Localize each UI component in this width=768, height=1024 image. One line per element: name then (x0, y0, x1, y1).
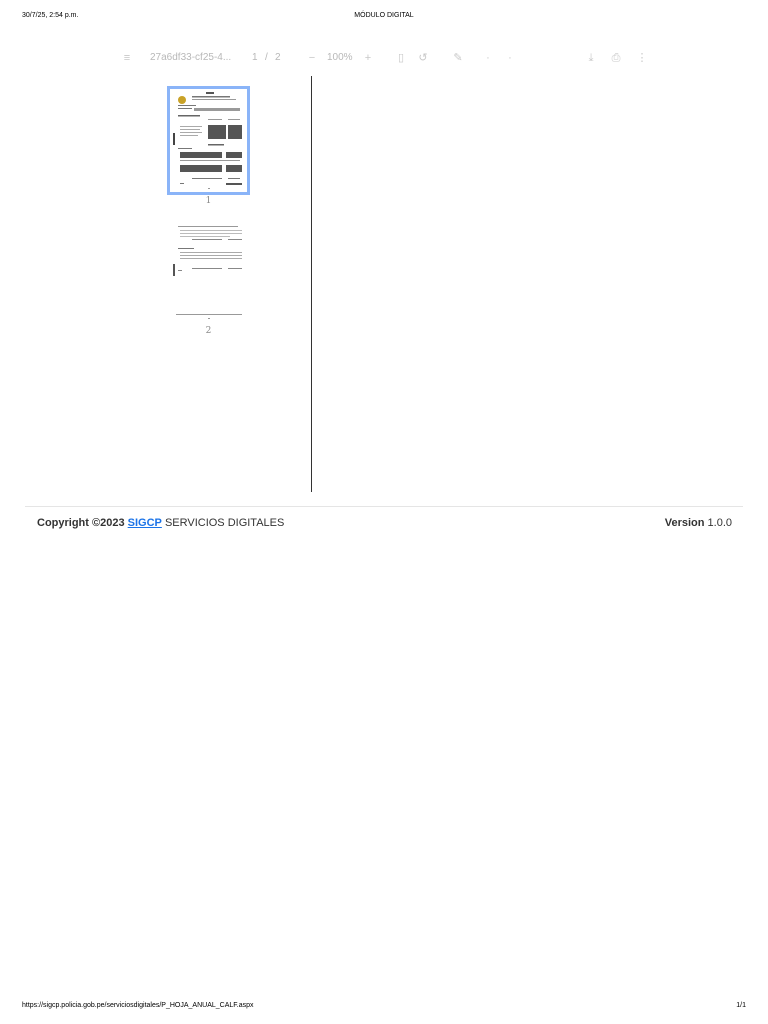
version-info: Version 1.0.0 (665, 517, 732, 529)
minus-icon[interactable]: − (305, 51, 319, 65)
copyright-prefix: Copyright ©2023 (37, 517, 125, 529)
sigcp-link[interactable]: SIGCP (128, 517, 162, 529)
version-label: Version (664, 517, 705, 529)
print-title: MÓDULO DIGITAL (354, 12, 414, 19)
page-number-input[interactable]: 1 (252, 51, 258, 65)
undo-icon[interactable]: · (481, 51, 495, 65)
file-name: 27a6df33-cf25-4... (150, 52, 232, 63)
version-value: 1.0.0 (707, 517, 732, 529)
page-total: 2 (275, 52, 281, 63)
pdf-toolbar: ≡ 27a6df33-cf25-4... 1 / 2 − 100% + ▯ ↺ … (115, 48, 655, 68)
plus-icon[interactable]: + (361, 51, 375, 65)
page-thumbnail-2[interactable] (170, 222, 247, 325)
zoom-level[interactable]: 100% (327, 51, 353, 65)
print-icon[interactable]: ⎙ (609, 51, 623, 65)
copyright-suffix: SERVICIOS DIGITALES (164, 517, 285, 529)
page-thumbnail-1[interactable] (167, 86, 250, 195)
footer-divider (25, 506, 743, 507)
page-2-preview (173, 226, 242, 319)
print-page-count: 1/1 (736, 1002, 746, 1009)
more-vertical-icon[interactable]: ⋮ (635, 51, 649, 65)
page-thumbnail-label-1: 1 (205, 196, 212, 206)
print-footer: https://sigcp.policia.gob.pe/serviciosdi… (22, 1002, 746, 1014)
sidebar-divider[interactable] (311, 76, 312, 492)
download-icon[interactable]: ⤓ (584, 51, 598, 65)
hamburger-menu-icon[interactable]: ≡ (120, 51, 134, 65)
page-thumbnail-label-2: 2 (205, 326, 212, 336)
page-separator: / (265, 52, 268, 63)
redo-icon[interactable]: · (503, 51, 517, 65)
copyright-text: Copyright ©2023 SIGCP SERVICIOS DIGITALE… (37, 517, 284, 529)
print-header: 30/7/25, 2:54 p.m. MÓDULO DIGITAL (22, 12, 746, 24)
print-url: https://sigcp.policia.gob.pe/serviciosdi… (22, 1002, 254, 1009)
fit-page-icon[interactable]: ▯ (394, 51, 408, 65)
pen-icon[interactable]: ✎ (451, 51, 465, 65)
rotate-icon[interactable]: ↺ (416, 51, 430, 65)
page-1-preview (173, 92, 242, 189)
